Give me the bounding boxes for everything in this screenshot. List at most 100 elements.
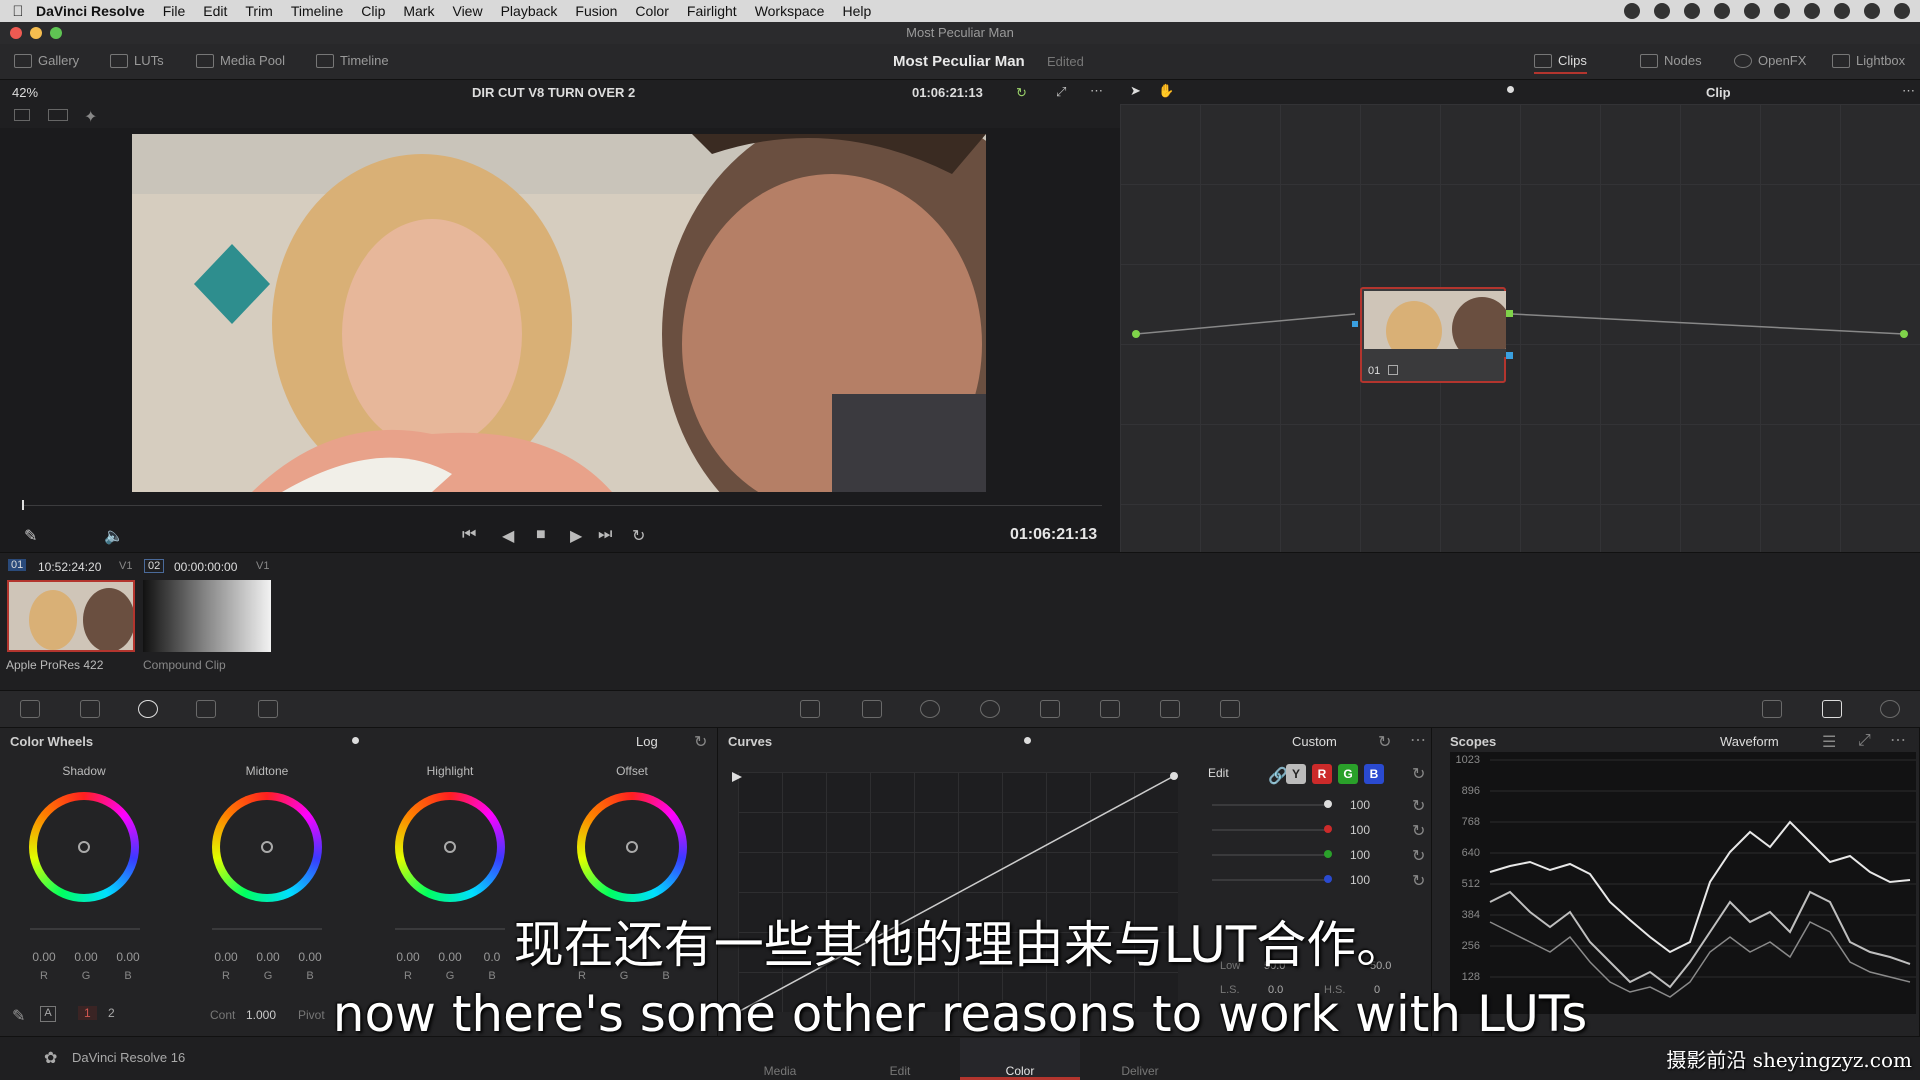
node-mode-selector[interactable]: Clip <box>1706 85 1731 100</box>
r-intensity-value[interactable]: 100 <box>1350 823 1370 837</box>
close-window-button[interactable] <box>10 27 22 39</box>
go-to-end-button[interactable]: ⏭ <box>598 526 612 544</box>
curve-b-button[interactable]: B <box>1364 764 1384 784</box>
fullscreen-icon[interactable]: ⤢ <box>1056 84 1066 100</box>
menu-edit[interactable]: Edit <box>203 3 227 19</box>
curves-icon[interactable] <box>800 700 820 718</box>
node-graph[interactable] <box>1120 104 1920 552</box>
scope-settings-icon[interactable]: ☰ <box>1822 732 1836 752</box>
openfx-button[interactable]: OpenFX <box>1734 53 1806 68</box>
split-view-icon[interactable] <box>14 109 30 121</box>
menu-app-name[interactable]: DaVinci Resolve <box>36 3 145 19</box>
page-tab-edit[interactable]: Edit <box>860 1064 940 1078</box>
corrector-node[interactable]: 01 <box>1360 287 1506 383</box>
zoom-level[interactable]: 42% <box>12 85 38 100</box>
reset-icon[interactable]: ↻ <box>1412 846 1425 866</box>
play-button[interactable]: ▶ <box>570 526 582 546</box>
timeline-button[interactable]: Timeline <box>316 53 389 68</box>
search-icon[interactable] <box>1864 3 1880 19</box>
menu-trim[interactable]: Trim <box>245 3 272 19</box>
bluetooth-icon[interactable] <box>1774 3 1790 19</box>
menu-timeline[interactable]: Timeline <box>291 3 343 19</box>
scopes-icon[interactable] <box>1822 700 1842 718</box>
b-intensity-slider[interactable] <box>1212 879 1328 881</box>
bypass-icon[interactable]: ↻ <box>1016 85 1027 101</box>
step-back-button[interactable]: ◀ <box>502 526 514 546</box>
viewer-scrubber[interactable] <box>22 505 1102 506</box>
pointer-tool-icon[interactable]: ➤ <box>1130 83 1141 99</box>
more-options-icon[interactable]: ⋯ <box>1090 83 1103 99</box>
curve-r-button[interactable]: R <box>1312 764 1332 784</box>
qualifier-icon[interactable] <box>862 700 882 718</box>
clip-thumbnail-2[interactable] <box>143 580 271 652</box>
g-intensity-handle[interactable] <box>1324 850 1332 858</box>
g-intensity-value[interactable]: 100 <box>1350 848 1370 862</box>
menu-help[interactable]: Help <box>842 3 871 19</box>
media-pool-button[interactable]: Media Pool <box>196 53 285 68</box>
curves-mode-selector[interactable]: Custom <box>1292 734 1337 749</box>
page-tab-media[interactable]: Media <box>740 1064 820 1078</box>
reset-icon[interactable]: ↻ <box>1412 764 1425 784</box>
tracker-icon[interactable] <box>980 700 1000 718</box>
wheel-mode-selector[interactable]: Log <box>636 734 658 749</box>
b-intensity-handle[interactable] <box>1324 875 1332 883</box>
wifi-icon[interactable] <box>1804 3 1820 19</box>
y-intensity-value[interactable]: 100 <box>1350 798 1370 812</box>
status-icon[interactable] <box>1684 3 1700 19</box>
minimize-window-button[interactable] <box>30 27 42 39</box>
key-icon[interactable] <box>1100 700 1120 718</box>
b-intensity-value[interactable]: 100 <box>1350 873 1370 887</box>
page-dot[interactable] <box>352 737 359 744</box>
color-match-icon[interactable] <box>80 700 100 718</box>
menu-fairlight[interactable]: Fairlight <box>687 3 737 19</box>
zoom-window-button[interactable] <box>50 27 62 39</box>
menu-mark[interactable]: Mark <box>403 3 434 19</box>
link-icon[interactable]: 🔗 <box>1268 766 1288 786</box>
menu-file[interactable]: File <box>163 3 186 19</box>
clip-thumbnail-1[interactable] <box>7 580 135 652</box>
gallery-view-icon[interactable] <box>48 109 68 121</box>
reset-icon[interactable]: ↻ <box>1412 821 1425 841</box>
hand-tool-icon[interactable]: ✋ <box>1158 83 1174 99</box>
offset-wheel-handle[interactable] <box>626 841 638 853</box>
menu-color[interactable]: Color <box>635 3 668 19</box>
more-options-icon[interactable]: ⋯ <box>1890 730 1906 750</box>
reset-icon[interactable]: ↻ <box>1378 732 1391 752</box>
scope-mode-selector[interactable]: Waveform <box>1720 734 1779 749</box>
audio-icon[interactable]: 🔈 <box>104 526 124 546</box>
shadow-wheel-handle[interactable] <box>78 841 90 853</box>
r-intensity-slider[interactable] <box>1212 829 1328 831</box>
y-intensity-handle[interactable] <box>1324 800 1332 808</box>
node-options-icon[interactable]: ⋯ <box>1902 83 1915 99</box>
volume-icon[interactable] <box>1834 3 1850 19</box>
rgb-mixer-icon[interactable] <box>196 700 216 718</box>
page-tab-deliver[interactable]: Deliver <box>1100 1064 1180 1078</box>
highlight-icon[interactable]: ✦ <box>84 107 97 127</box>
menu-playback[interactable]: Playback <box>501 3 558 19</box>
menu-clip[interactable]: Clip <box>361 3 385 19</box>
node-output-blue[interactable] <box>1506 352 1513 359</box>
curve-g-button[interactable]: G <box>1338 764 1358 784</box>
camera-raw-icon[interactable] <box>20 700 40 718</box>
cloud-icon[interactable] <box>1744 3 1760 19</box>
curve-y-button[interactable]: Y <box>1286 764 1306 784</box>
expand-icon[interactable]: ⤢ <box>1858 732 1871 750</box>
status-icon[interactable] <box>1654 3 1670 19</box>
highlight-wheel-handle[interactable] <box>444 841 456 853</box>
viewer-timecode[interactable]: 01:06:21:13 <box>912 85 983 100</box>
keyframes-icon[interactable] <box>1762 700 1782 718</box>
page-tab-color[interactable]: Color <box>980 1064 1060 1078</box>
color-wheels-icon[interactable] <box>138 700 158 718</box>
blur-icon[interactable] <box>1040 700 1060 718</box>
menu-workspace[interactable]: Workspace <box>755 3 825 19</box>
window-icon[interactable] <box>920 700 940 718</box>
timeline-selector[interactable]: DIR CUT V8 TURN OVER 2 <box>472 85 635 100</box>
midtone-wheel-handle[interactable] <box>261 841 273 853</box>
reset-icon[interactable]: ↻ <box>694 732 707 752</box>
stop-button[interactable]: ■ <box>536 526 546 544</box>
loop-button[interactable]: ↻ <box>632 526 645 546</box>
go-to-start-button[interactable]: ⏮ <box>462 526 476 544</box>
playhead[interactable] <box>22 500 24 510</box>
r-intensity-handle[interactable] <box>1324 825 1332 833</box>
gallery-button[interactable]: Gallery <box>14 53 79 68</box>
